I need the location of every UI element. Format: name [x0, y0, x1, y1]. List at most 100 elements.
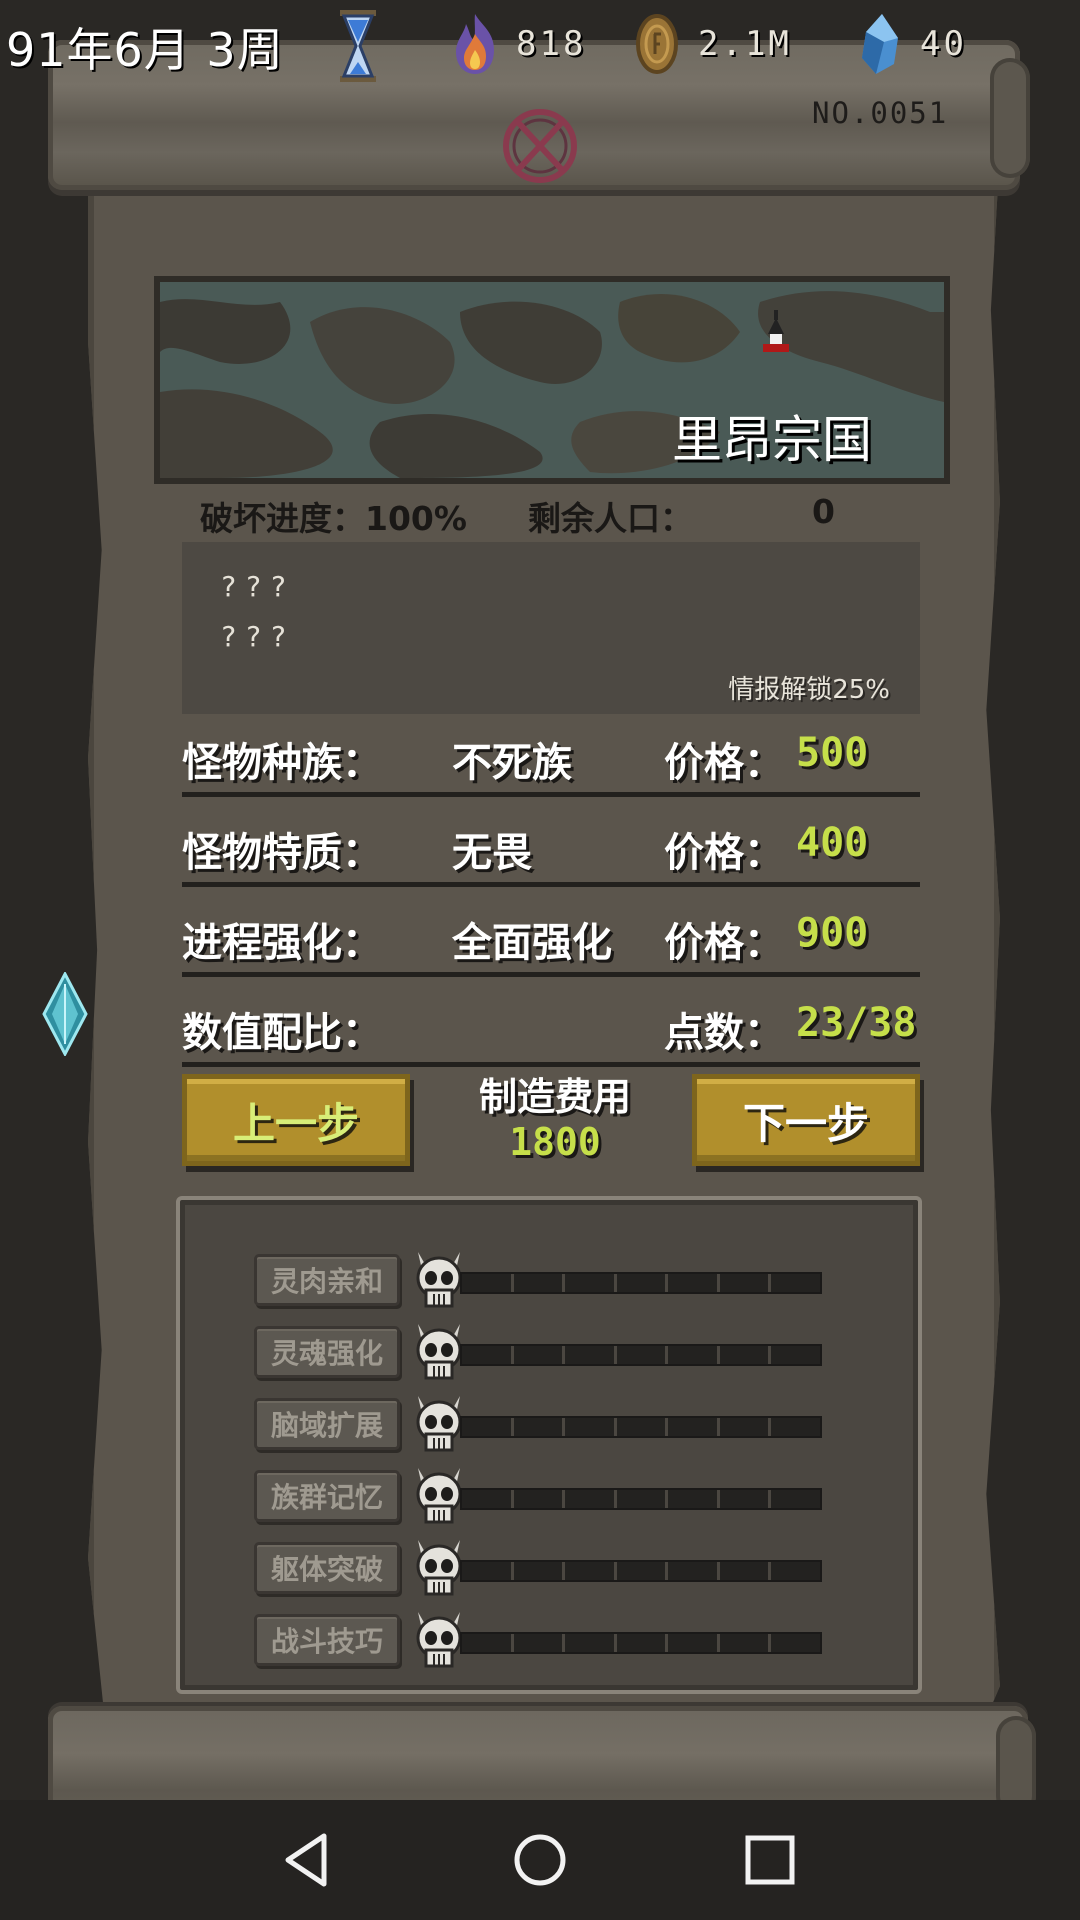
stat-bar-segment [565, 1346, 617, 1364]
crystal-value: 40 [920, 24, 967, 64]
skull-icon [416, 1322, 462, 1380]
stat-bar-segment [514, 1634, 566, 1652]
flame-resource: 818 [452, 12, 586, 76]
points-value: 23/38 [796, 1000, 917, 1046]
skull-icon [416, 1610, 462, 1668]
intel-line-1: ??? [220, 570, 295, 603]
attribute-row-enhancement[interactable]: 进程强化： 全面强化 价格： 900 [182, 886, 920, 977]
coin-icon [636, 14, 678, 74]
stat-bar-segment [668, 1634, 720, 1652]
stat-bar-segment [720, 1418, 772, 1436]
price-label: 价格： [664, 740, 784, 786]
stat-bar[interactable] [460, 1488, 822, 1510]
stat-bar-segment [720, 1562, 772, 1580]
stat-button[interactable]: 灵肉亲和 [254, 1254, 400, 1306]
back-triangle-icon[interactable] [278, 1830, 338, 1890]
attribute-value: 不死族 [452, 740, 572, 786]
intel-panel: ??? ??? 情报解锁25% [182, 542, 920, 714]
resource-bar: 91年6月 3周 818 2.1M 40 [0, 0, 1080, 90]
flame-icon [456, 14, 494, 74]
stat-bar-segment [565, 1490, 617, 1508]
stat-bar-segment [565, 1274, 617, 1292]
stat-bar-segment [514, 1562, 566, 1580]
price-label: 价格： [664, 920, 784, 966]
stat-row: 躯体突破 [254, 1538, 874, 1600]
skull-icon [416, 1538, 462, 1596]
price-value: 900 [796, 910, 869, 956]
stat-bar[interactable] [460, 1272, 822, 1294]
population-label: 剩余人口： [528, 499, 693, 538]
stat-bar-segment [771, 1346, 820, 1364]
hourglass-icon[interactable] [334, 6, 382, 86]
stat-bar-segment [771, 1274, 820, 1292]
home-circle-icon[interactable] [510, 1830, 570, 1890]
intel-line-2: ??? [220, 620, 295, 653]
stat-bar-segment [462, 1418, 514, 1436]
stat-bar[interactable] [460, 1560, 822, 1582]
record-number: NO.0051 [812, 96, 949, 130]
country-map[interactable]: 里昂宗国 [154, 276, 950, 484]
price-label: 价格： [664, 830, 784, 876]
build-cost-value: 1800 [509, 1120, 601, 1164]
game-date: 91年6月 3周 [6, 23, 284, 77]
next-step-button[interactable]: 下一步 [692, 1074, 920, 1166]
stat-row: 灵魂强化 [254, 1322, 874, 1384]
population-value: 0 [812, 492, 835, 531]
coin-value: 2.1M [698, 24, 792, 64]
game-screen: 91年6月 3周 818 2.1M 40 NO.0051 里昂宗国 破坏进度：1… [0, 0, 1080, 1920]
skull-icon [416, 1250, 462, 1308]
points-label: 点数： [664, 1010, 784, 1056]
attribute-row-trait[interactable]: 怪物特质： 无畏 价格： 400 [182, 796, 920, 887]
stat-bar-segment [462, 1274, 514, 1292]
attribute-label: 进程强化： [182, 920, 382, 966]
stat-bar-segment [617, 1634, 669, 1652]
flame-value: 818 [516, 24, 587, 64]
stat-bar-segment [514, 1418, 566, 1436]
stat-bar-segment [668, 1490, 720, 1508]
stat-row: 族群记忆 [254, 1466, 874, 1528]
stat-bar[interactable] [460, 1632, 822, 1654]
stat-bar-segment [462, 1490, 514, 1508]
stat-bar-segment [565, 1418, 617, 1436]
stat-bar[interactable] [460, 1344, 822, 1366]
attribute-label: 数值配比： [182, 1010, 382, 1056]
stat-bar-segment [771, 1562, 820, 1580]
crystal-icon [862, 14, 898, 74]
stat-bar-segment [617, 1274, 669, 1292]
attribute-row-race[interactable]: 怪物种族： 不死族 价格： 500 [182, 706, 920, 797]
stat-bar-segment [720, 1490, 772, 1508]
stat-bar-segment [514, 1490, 566, 1508]
stat-button[interactable]: 战斗技巧 [254, 1614, 400, 1666]
stat-button[interactable]: 族群记忆 [254, 1470, 400, 1522]
stat-row: 战斗技巧 [254, 1610, 874, 1672]
stat-bar-segment [668, 1418, 720, 1436]
stat-button[interactable]: 脑域扩展 [254, 1398, 400, 1450]
previous-step-button[interactable]: 上一步 [182, 1074, 410, 1166]
stat-bar-segment [462, 1346, 514, 1364]
crystal-resource: 40 [856, 12, 967, 76]
country-name: 里昂宗国 [672, 411, 872, 469]
stat-bar-segment [617, 1490, 669, 1508]
stat-allocation-panel: 灵肉亲和 灵魂强化 脑域扩展 族群记忆 躯体突破 战斗技巧 [176, 1196, 922, 1694]
side-gem-icon[interactable] [40, 972, 90, 1056]
attribute-label: 怪物种族： [182, 740, 382, 786]
stat-bar-segment [565, 1634, 617, 1652]
stat-bar[interactable] [460, 1416, 822, 1438]
stat-bar-segment [771, 1490, 820, 1508]
stat-bar-segment [668, 1274, 720, 1292]
price-value: 500 [796, 730, 869, 776]
stat-bar-segment [668, 1562, 720, 1580]
price-value: 400 [796, 820, 869, 866]
system-nav-bar [0, 1800, 1080, 1920]
stat-bar-segment [514, 1274, 566, 1292]
stat-button[interactable]: 灵魂强化 [254, 1326, 400, 1378]
stat-bar-segment [565, 1562, 617, 1580]
stat-bar-segment [514, 1346, 566, 1364]
crossed-seal-icon [503, 109, 577, 183]
stat-bar-segment [720, 1274, 772, 1292]
stat-button[interactable]: 躯体突破 [254, 1542, 400, 1594]
stat-bar-segment [617, 1418, 669, 1436]
attribute-row-ratio: 数值配比： 点数： 23/38 [182, 976, 920, 1067]
recent-apps-square-icon[interactable] [740, 1830, 800, 1890]
stat-bar-segment [720, 1346, 772, 1364]
